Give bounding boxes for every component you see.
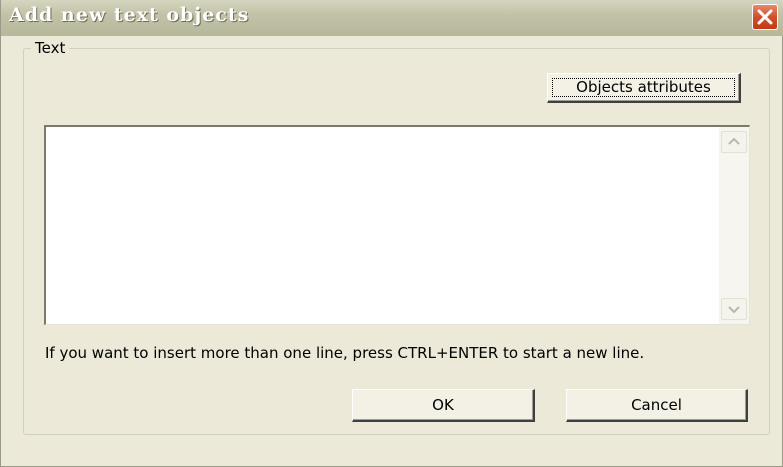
dialog-window: Add new text objects Text Objects attrib…: [0, 0, 783, 467]
objects-attributes-button[interactable]: Objects attributes: [547, 73, 741, 103]
ok-button[interactable]: OK: [352, 389, 535, 422]
focus-rectangle: [552, 78, 735, 97]
close-button[interactable]: [752, 4, 778, 30]
text-input-area[interactable]: [44, 125, 750, 325]
text-group-label: Text: [31, 39, 70, 57]
title-bar[interactable]: Add new text objects: [1, 0, 783, 36]
vertical-scrollbar[interactable]: [719, 127, 749, 324]
multiline-hint: If you want to insert more than one line…: [45, 344, 645, 362]
scroll-down-button[interactable]: [721, 298, 747, 320]
scroll-up-button[interactable]: [721, 131, 747, 153]
cancel-button[interactable]: Cancel: [566, 389, 748, 422]
window-title: Add new text objects: [9, 4, 250, 26]
